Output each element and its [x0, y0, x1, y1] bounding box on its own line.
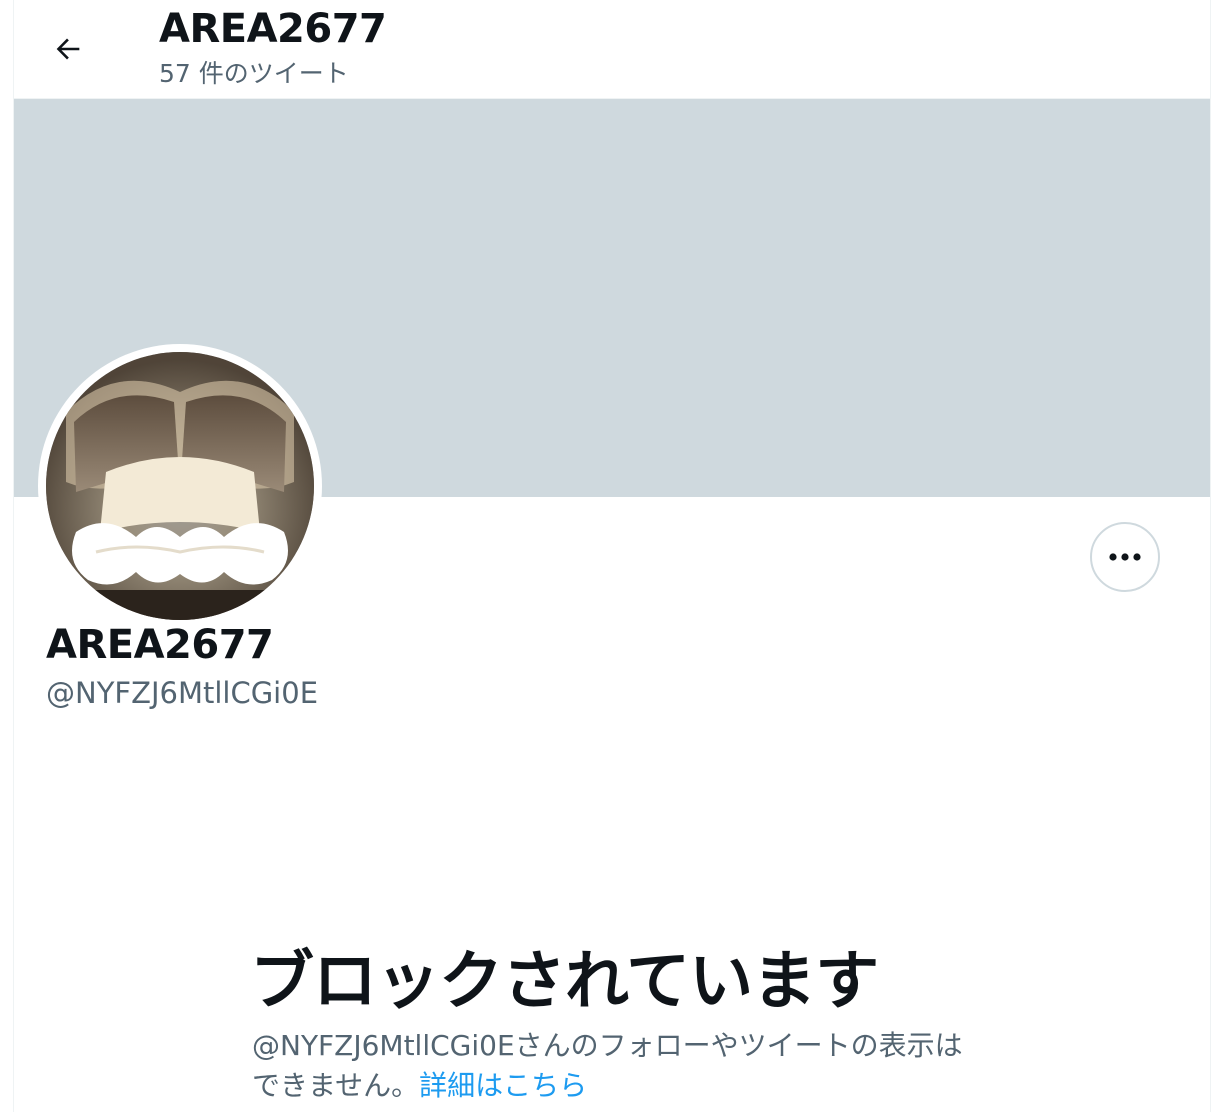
top-header: AREA2677 57 件のツイート: [14, 0, 1210, 99]
lamp-photo-avatar: [46, 352, 314, 620]
more-horizontal-icon: [1109, 553, 1141, 561]
arrow-left-icon: [56, 38, 80, 60]
tweet-count: 57 件のツイート: [159, 59, 349, 88]
blocked-title: ブロックされています: [250, 945, 879, 1019]
blocked-message-text: @NYFZJ6MtllCGi0Eさんのフォローやツイートの表示はできません。: [252, 1029, 963, 1102]
back-button[interactable]: [42, 23, 94, 75]
profile-handle: @NYFZJ6MtllCGi0E: [46, 676, 319, 710]
learn-more-link[interactable]: 詳細はこちら: [419, 1069, 587, 1102]
more-button[interactable]: [1090, 522, 1160, 592]
profile-page: AREA2677 57 件のツイート AREA2677 @NYFZJ6MtllC…: [13, 0, 1211, 1112]
avatar[interactable]: [38, 344, 322, 628]
header-title: AREA2677: [159, 6, 387, 52]
blocked-message: @NYFZJ6MtllCGi0Eさんのフォローやツイートの表示はできません。詳細…: [252, 1026, 972, 1106]
profile-name: AREA2677: [46, 622, 274, 668]
